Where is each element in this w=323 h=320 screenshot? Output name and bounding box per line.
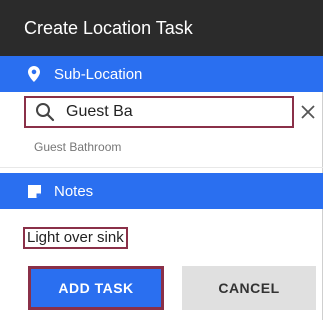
location-pin-icon: [26, 66, 42, 82]
sub-location-header-label: Sub-Location: [54, 65, 143, 83]
dialog: Create Location Task Sub-Location Guest …: [0, 0, 323, 320]
close-icon[interactable]: [297, 101, 319, 123]
divider: [0, 167, 323, 168]
sub-location-search-input[interactable]: [66, 103, 266, 121]
search-icon: [34, 101, 56, 123]
dialog-title-bar: Create Location Task: [0, 0, 323, 56]
sub-location-search-box[interactable]: [24, 96, 294, 128]
suggestion-label: Guest Bathroom: [34, 140, 122, 154]
dialog-title: Create Location Task: [24, 17, 193, 38]
notes-header-label: Notes: [54, 182, 94, 200]
sub-location-header: Sub-Location: [0, 56, 323, 92]
add-task-button[interactable]: ADD TASK: [28, 266, 164, 310]
suggestion-item[interactable]: Guest Bathroom: [34, 140, 121, 154]
notes-input[interactable]: Light over sink: [23, 227, 128, 249]
cancel-button[interactable]: CANCEL: [182, 266, 316, 310]
sub-location-search-row: [0, 92, 323, 136]
note-icon: [26, 183, 42, 199]
notes-header: Notes: [0, 173, 323, 209]
